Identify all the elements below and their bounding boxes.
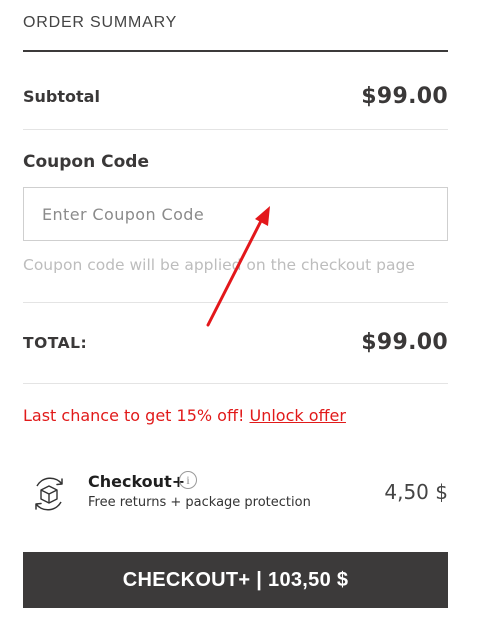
addon-subtitle: Free returns + package protection: [88, 495, 311, 510]
info-icon[interactable]: i: [179, 471, 197, 489]
coupon-label: Coupon Code: [23, 152, 149, 172]
subtotal-row: Subtotal $99.00: [23, 84, 448, 109]
package-protection-icon: [35, 477, 63, 511]
total-row: TOTAL: $99.00: [23, 330, 448, 355]
checkout-plus-addon[interactable]: Checkout+ i Free returns + package prote…: [23, 468, 448, 518]
checkout-button[interactable]: CHECKOUT+ | 103,50 $: [23, 552, 448, 608]
offer-banner: Last chance to get 15% off! Unlock offer: [23, 406, 346, 425]
coupon-code-input[interactable]: [23, 187, 448, 241]
subtotal-value: $99.00: [361, 84, 448, 109]
section-title: ORDER SUMMARY: [23, 14, 178, 31]
divider: [23, 129, 448, 130]
subtotal-label: Subtotal: [23, 87, 100, 106]
addon-price: 4,50 $: [384, 480, 448, 504]
checkout-button-label: CHECKOUT+ | 103,50 $: [122, 568, 349, 591]
coupon-help-text: Coupon code will be applied on the check…: [23, 256, 415, 274]
addon-title: Checkout+: [88, 472, 186, 491]
divider: [23, 302, 448, 303]
divider: [23, 383, 448, 384]
total-value: $99.00: [361, 330, 448, 355]
title-divider: [23, 50, 448, 52]
offer-text: Last chance to get 15% off!: [23, 406, 245, 425]
unlock-offer-link[interactable]: Unlock offer: [250, 406, 346, 425]
total-label: TOTAL:: [23, 333, 88, 352]
